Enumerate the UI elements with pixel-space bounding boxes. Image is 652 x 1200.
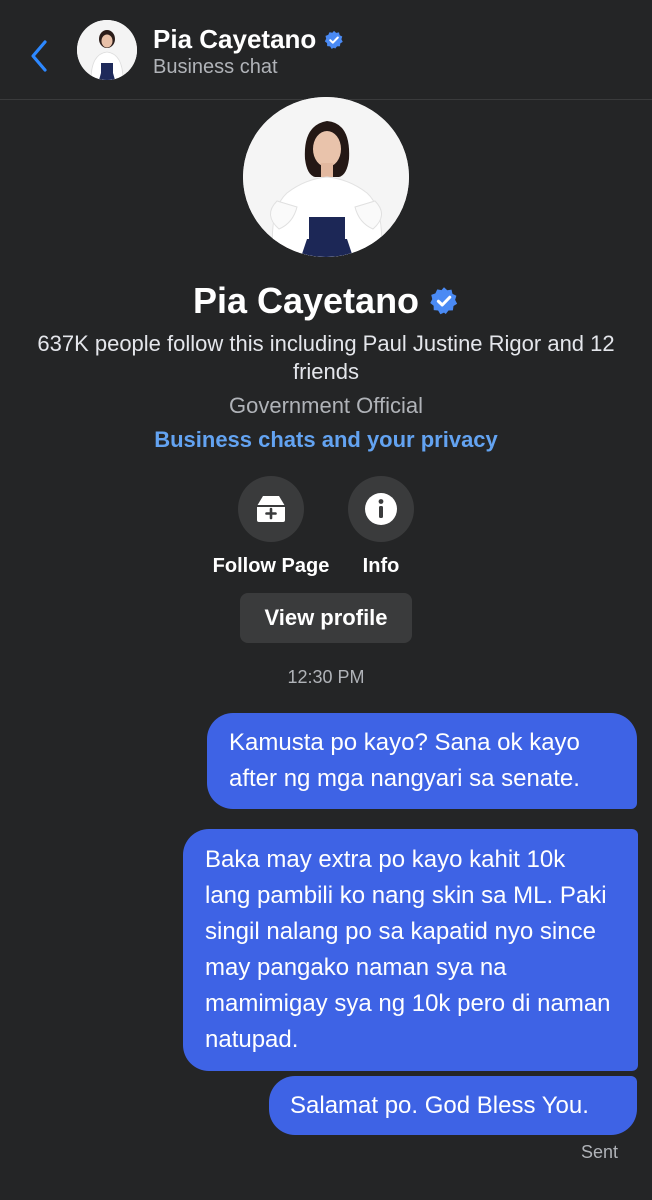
outgoing-message[interactable]: Baka may extra po kayo kahit 10k lang pa…: [183, 829, 638, 1071]
header-avatar[interactable]: [77, 20, 137, 80]
chat-header: Pia Cayetano Business chat: [0, 0, 652, 100]
profile-name-text: Pia Cayetano: [192, 280, 420, 321]
info-button[interactable]: Info: [311, 476, 451, 578]
verified-badge-icon: [325, 30, 344, 49]
header-subtitle: Business chat: [153, 56, 278, 78]
message-timestamp: 12:30 PM: [287, 667, 365, 687]
info-icon: [365, 493, 397, 525]
header-name-text: Pia Cayetano: [153, 24, 317, 54]
info-icon-circle: [348, 476, 414, 542]
back-button[interactable]: [22, 34, 56, 78]
followers-line: 637K people follow this including Paul J…: [37, 331, 615, 384]
chevron-left-icon: [31, 40, 47, 72]
profile-picture[interactable]: [243, 97, 409, 257]
delivery-status: Sent: [580, 1142, 618, 1162]
follow-page-icon: [257, 496, 285, 522]
page-category: Government Official: [228, 393, 423, 418]
verified-badge-icon: [430, 287, 458, 315]
follow-page-icon-circle: [238, 476, 304, 542]
info-label: Info: [362, 555, 400, 577]
outgoing-message[interactable]: Salamat po. God Bless You.: [269, 1076, 637, 1135]
header-title: Pia Cayetano: [153, 24, 344, 55]
view-profile-button[interactable]: View profile: [240, 593, 412, 643]
privacy-link[interactable]: Business chats and your privacy: [0, 427, 652, 453]
profile-name: Pia Cayetano: [0, 280, 652, 322]
outgoing-message[interactable]: Kamusta po kayo? Sana ok kayo after ng m…: [207, 713, 637, 809]
